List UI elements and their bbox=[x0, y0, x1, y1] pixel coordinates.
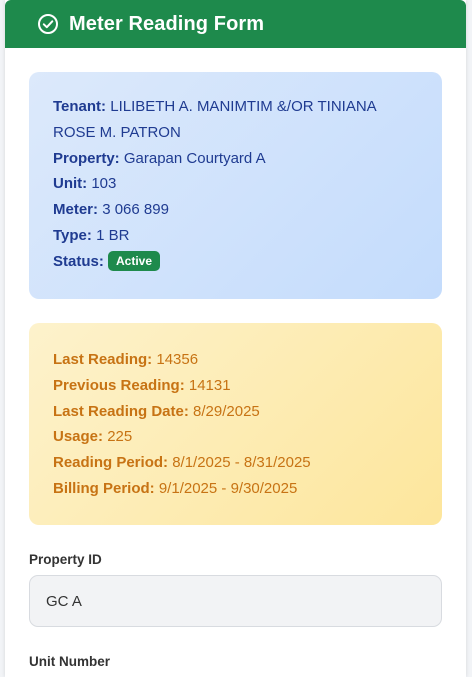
last-reading-date-value: 8/29/2025 bbox=[193, 402, 260, 420]
property-label: Property: bbox=[53, 149, 120, 167]
meter-label: Meter: bbox=[53, 201, 99, 219]
unit-value: 103 bbox=[91, 175, 117, 193]
unit-number-label: Unit Number bbox=[29, 654, 110, 669]
tenant-info-box: Tenant: LILIBETH A. MANIMTIM &/OR TINIAN… bbox=[29, 72, 442, 299]
check-circle-icon bbox=[37, 13, 59, 35]
meter-reading-card: Meter Reading Form Tenant: LILIBETH A. M… bbox=[5, 0, 466, 677]
usage-row: Usage: 225 bbox=[53, 424, 418, 450]
billing-period-row: Billing Period: 9/1/2025 - 9/30/2025 bbox=[53, 476, 418, 502]
page-title: Meter Reading Form bbox=[69, 12, 265, 35]
last-reading-row: Last Reading: 14356 bbox=[53, 347, 418, 373]
page: Meter Reading Form Tenant: LILIBETH A. M… bbox=[0, 0, 472, 677]
previous-reading-value: 14131 bbox=[188, 376, 231, 394]
meter-row: Meter: 3 066 899 bbox=[53, 197, 418, 223]
reading-period-row: Reading Period: 8/1/2025 - 8/31/2025 bbox=[53, 450, 418, 476]
tenant-label: Tenant: bbox=[53, 98, 107, 115]
property-id-input[interactable] bbox=[29, 575, 442, 627]
last-reading-date-row: Last Reading Date: 8/29/2025 bbox=[53, 399, 418, 425]
billing-period-label: Billing Period: bbox=[53, 479, 155, 497]
reading-info-box: Last Reading: 14356 Previous Reading: 14… bbox=[29, 323, 442, 525]
billing-period-value: 9/1/2025 - 9/30/2025 bbox=[158, 479, 298, 497]
unit-row: Unit: 103 bbox=[53, 171, 418, 197]
reading-period-label: Reading Period: bbox=[53, 454, 169, 472]
type-value: 1 BR bbox=[96, 226, 130, 244]
type-label: Type: bbox=[53, 226, 92, 244]
tenant-row: Tenant: LILIBETH A. MANIMTIM &/OR TINIAN… bbox=[53, 94, 418, 146]
last-reading-value: 14356 bbox=[156, 351, 199, 368]
last-reading-date-label: Last Reading Date: bbox=[53, 402, 189, 420]
type-row: Type: 1 BR bbox=[53, 223, 418, 249]
last-reading-label: Last Reading: bbox=[53, 351, 153, 368]
usage-label: Usage: bbox=[53, 428, 104, 446]
reading-period-value: 8/1/2025 - 8/31/2025 bbox=[172, 454, 311, 472]
form-header: Meter Reading Form bbox=[5, 0, 466, 48]
previous-reading-row: Previous Reading: 14131 bbox=[53, 373, 418, 399]
property-value: Garapan Courtyard A bbox=[123, 149, 266, 167]
status-row: Status: Active bbox=[53, 249, 418, 275]
status-label: Status: bbox=[53, 252, 104, 270]
status-badge: Active bbox=[108, 250, 161, 271]
property-row: Property: Garapan Courtyard A bbox=[53, 146, 418, 172]
meter-value: 3 066 899 bbox=[102, 201, 169, 219]
usage-value: 225 bbox=[107, 428, 133, 446]
unit-label: Unit: bbox=[53, 175, 88, 193]
property-id-label: Property ID bbox=[29, 552, 102, 567]
previous-reading-label: Previous Reading: bbox=[53, 376, 185, 394]
